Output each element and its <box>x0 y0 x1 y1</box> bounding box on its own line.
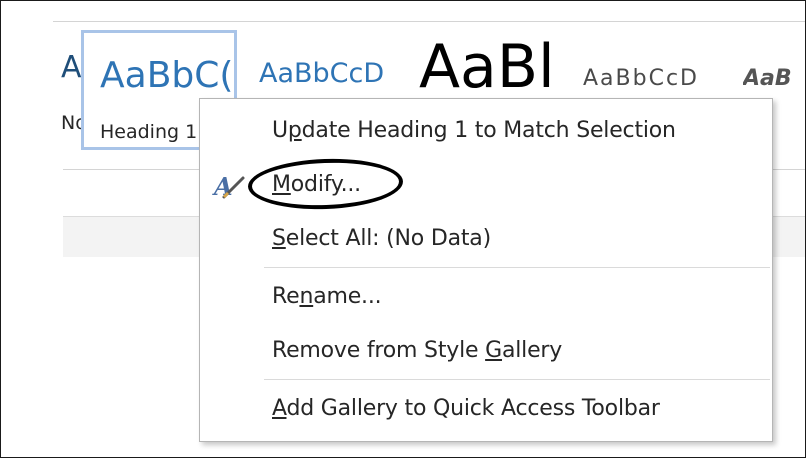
style-sample-subtle-emphasis: AaB <box>743 66 792 91</box>
menu-item-rename[interactable]: Rename... <box>200 273 772 323</box>
menu-separator <box>264 379 770 380</box>
style-sample-heading-1: AaBbC( <box>100 55 234 96</box>
style-label-heading-1: Heading 1 <box>100 121 198 143</box>
menu-item-label: Select All: (No Data) <box>272 226 491 251</box>
style-sample-subtitle: AaBbCcD <box>583 66 699 91</box>
menu-item-label: Remove from Style Gallery <box>272 338 563 363</box>
svg-text:A: A <box>212 172 233 201</box>
style-sample-heading-2: AaBbCcD <box>259 58 385 89</box>
modify-style-icon: A <box>212 172 245 201</box>
menu-item-remove-from-gallery[interactable]: Remove from Style Gallery <box>200 327 772 377</box>
menu-item-update-heading[interactable]: Update Heading 1 to Match Selection <box>200 107 772 157</box>
style-sample-title: AaBl <box>419 32 555 102</box>
style-context-menu: Update Heading 1 to Match Selection A Mo… <box>199 98 773 442</box>
menu-separator <box>264 267 770 268</box>
menu-item-add-to-qat[interactable]: Add Gallery to Quick Access Toolbar <box>200 385 772 435</box>
menu-item-select-all[interactable]: Select All: (No Data) <box>200 215 772 265</box>
menu-item-label: Update Heading 1 to Match Selection <box>272 118 676 143</box>
screenshot-frame: AaBbCcDc Normal AaBbC( Heading 1 AaBbCcD… <box>0 0 806 458</box>
menu-item-label: Add Gallery to Quick Access Toolbar <box>272 396 660 421</box>
menu-item-label: Rename... <box>272 284 382 309</box>
